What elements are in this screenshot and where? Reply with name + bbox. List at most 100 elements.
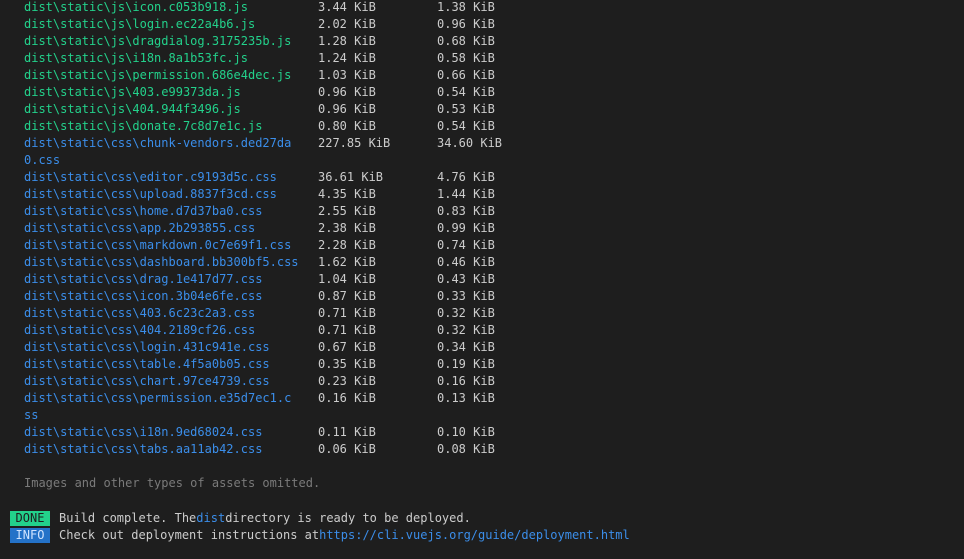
asset-row: dist\static\css\editor.c9193d5c.css 36.61… bbox=[24, 169, 924, 186]
asset-file-name: dist\static\js\login.ec22a4b6.js bbox=[24, 17, 256, 31]
asset-size: 1.62 KiB bbox=[318, 255, 376, 269]
asset-size: 0.96 KiB bbox=[318, 102, 376, 116]
asset-row: dist\static\css\i18n.9ed68024.css 0.11 Ki… bbox=[24, 424, 924, 441]
asset-row: dist\static\css\tabs.aa11ab42.css 0.06 Ki… bbox=[24, 441, 924, 458]
asset-size: 0.16 KiB bbox=[318, 391, 376, 405]
info-line: INFO Check out deployment instructions a… bbox=[10, 527, 630, 544]
asset-gzipped-size: 0.10 KiB bbox=[437, 425, 495, 439]
asset-file-name: dist\static\css\table.4f5a0b05.css bbox=[24, 357, 270, 371]
asset-gzipped-size: 1.38 KiB bbox=[437, 0, 495, 14]
asset-size: 0.80 KiB bbox=[318, 119, 376, 133]
asset-file-name: dist\static\css\404.2189cf26.css bbox=[24, 323, 256, 337]
asset-row: dist\static\js\dragdialog.3175235b.js 1.2… bbox=[24, 33, 924, 50]
asset-size: 0.67 KiB bbox=[318, 340, 376, 354]
asset-size: 4.35 KiB bbox=[318, 187, 376, 201]
asset-file-name: dist\static\js\404.944f3496.js bbox=[24, 102, 241, 116]
asset-file-name: dist\static\css\login.431c941e.css bbox=[24, 340, 270, 354]
asset-row: dist\static\css\table.4f5a0b05.css 0.35 K… bbox=[24, 356, 924, 373]
asset-row: dist\static\js\icon.c053b918.js 3.44 KiB 1… bbox=[24, 0, 924, 16]
asset-file-name: dist\static\js\dragdialog.3175235b.js bbox=[24, 34, 292, 48]
asset-gzipped-size: 0.53 KiB bbox=[437, 102, 495, 116]
deployment-link[interactable]: https://cli.vuejs.org/guide/deployment.h… bbox=[319, 527, 630, 544]
asset-size: 2.28 KiB bbox=[318, 238, 376, 252]
done-badge: DONE bbox=[10, 511, 50, 526]
asset-row: dist\static\js\permission.686e4dec.js 1.0… bbox=[24, 67, 924, 84]
asset-gzipped-size: 4.76 KiB bbox=[437, 170, 495, 184]
asset-gzipped-size: 0.54 KiB bbox=[437, 85, 495, 99]
done-text-highlight: dist bbox=[196, 511, 226, 525]
asset-gzipped-size: 0.83 KiB bbox=[437, 204, 495, 218]
asset-file-name: dist\static\css\dashboard.bb300bf5.css bbox=[24, 255, 299, 269]
asset-file-name: dist\static\css\upload.8837f3cd.css bbox=[24, 187, 277, 201]
asset-file-name: dist\static\css\chunk-vendors.ded27da0.c… bbox=[24, 136, 292, 167]
asset-size: 3.44 KiB bbox=[318, 0, 376, 14]
asset-row: dist\static\css\404.2189cf26.css 0.71 KiB… bbox=[24, 322, 924, 339]
asset-gzipped-size: 0.43 KiB bbox=[437, 272, 495, 286]
asset-file-name: dist\static\css\app.2b293855.css bbox=[24, 221, 256, 235]
asset-gzipped-size: 0.16 KiB bbox=[437, 374, 495, 388]
asset-size: 1.03 KiB bbox=[318, 68, 376, 82]
asset-size: 0.71 KiB bbox=[318, 323, 376, 337]
asset-row: dist\static\css\upload.8837f3cd.css 4.35 … bbox=[24, 186, 924, 203]
terminal-panel[interactable]: dist\static\js\icon.c053b918.js 3.44 KiB 1… bbox=[0, 0, 964, 559]
asset-row: dist\static\js\login.ec22a4b6.js 2.02 KiB… bbox=[24, 16, 924, 33]
asset-gzipped-size: 0.74 KiB bbox=[437, 238, 495, 252]
info-text: Check out deployment instructions at bbox=[59, 528, 320, 542]
asset-gzipped-size: 0.34 KiB bbox=[437, 340, 495, 354]
omitted-note: Images and other types of assets omitted… bbox=[24, 476, 321, 490]
done-text-before: Build complete. The bbox=[59, 511, 197, 525]
asset-size: 2.38 KiB bbox=[318, 221, 376, 235]
asset-file-name: dist\static\css\chart.97ce4739.css bbox=[24, 374, 270, 388]
asset-row: dist\static\css\app.2b293855.css 2.38 KiB… bbox=[24, 220, 924, 237]
asset-size: 0.06 KiB bbox=[318, 442, 376, 456]
asset-size: 1.04 KiB bbox=[318, 272, 376, 286]
asset-gzipped-size: 0.13 KiB bbox=[437, 391, 495, 405]
asset-list: dist\static\js\icon.c053b918.js 3.44 KiB 1… bbox=[24, 0, 924, 458]
asset-row: dist\static\css\chart.97ce4739.css 0.23 K… bbox=[24, 373, 924, 390]
asset-size: 0.11 KiB bbox=[318, 425, 376, 439]
asset-row: dist\static\js\403.e99373da.js 0.96 KiB 0.… bbox=[24, 84, 924, 101]
done-text-after: directory is ready to be deployed. bbox=[225, 511, 471, 525]
asset-gzipped-size: 0.32 KiB bbox=[437, 306, 495, 320]
asset-file-name: dist\static\css\permission.e35d7ec1.css bbox=[24, 391, 292, 422]
asset-row: dist\static\js\i18n.8a1b53fc.js 1.24 KiB 0… bbox=[24, 50, 924, 67]
asset-gzipped-size: 0.68 KiB bbox=[437, 34, 495, 48]
asset-gzipped-size: 0.46 KiB bbox=[437, 255, 495, 269]
asset-row: dist\static\css\login.431c941e.css 0.67 K… bbox=[24, 339, 924, 356]
asset-file-name: dist\static\css\editor.c9193d5c.css bbox=[24, 170, 277, 184]
asset-gzipped-size: 0.58 KiB bbox=[437, 51, 495, 65]
asset-gzipped-size: 0.19 KiB bbox=[437, 357, 495, 371]
asset-gzipped-size: 0.66 KiB bbox=[437, 68, 495, 82]
asset-size: 0.96 KiB bbox=[318, 85, 376, 99]
asset-size: 0.23 KiB bbox=[318, 374, 376, 388]
asset-file-name: dist\static\css\drag.1e417d77.css bbox=[24, 272, 263, 286]
asset-file-name: dist\static\css\tabs.aa11ab42.css bbox=[24, 442, 263, 456]
done-line: DONE Build complete. The dist directory … bbox=[10, 510, 471, 527]
asset-row: dist\static\css\dashboard.bb300bf5.css 1.… bbox=[24, 254, 924, 271]
asset-size: 227.85 KiB bbox=[318, 136, 391, 150]
asset-size: 1.24 KiB bbox=[318, 51, 376, 65]
asset-gzipped-size: 0.08 KiB bbox=[437, 442, 495, 456]
asset-gzipped-size: 0.32 KiB bbox=[437, 323, 495, 337]
asset-row: dist\static\css\403.6c23c2a3.css 0.71 KiB… bbox=[24, 305, 924, 322]
asset-size: 2.55 KiB bbox=[318, 204, 376, 218]
asset-row: dist\static\js\donate.7c8d7e1c.js 0.80 Ki… bbox=[24, 118, 924, 135]
asset-file-name: dist\static\js\donate.7c8d7e1c.js bbox=[24, 119, 263, 133]
asset-file-name: dist\static\css\markdown.0c7e69f1.css bbox=[24, 238, 292, 252]
asset-row: dist\static\css\permission.e35d7ec1.css 0… bbox=[24, 390, 924, 424]
asset-gzipped-size: 0.96 KiB bbox=[437, 17, 495, 31]
asset-row: dist\static\css\drag.1e417d77.css 1.04 Ki… bbox=[24, 271, 924, 288]
asset-gzipped-size: 0.99 KiB bbox=[437, 221, 495, 235]
asset-gzipped-size: 1.44 KiB bbox=[437, 187, 495, 201]
asset-size: 0.71 KiB bbox=[318, 306, 376, 320]
asset-gzipped-size: 0.54 KiB bbox=[437, 119, 495, 133]
asset-file-name: dist\static\css\icon.3b04e6fe.css bbox=[24, 289, 263, 303]
asset-file-name: dist\static\js\icon.c053b918.js bbox=[24, 0, 248, 14]
asset-gzipped-size: 34.60 KiB bbox=[437, 136, 503, 150]
asset-file-name: dist\static\css\home.d7d37ba0.css bbox=[24, 204, 263, 218]
asset-row: dist\static\css\home.d7d37ba0.css 2.55 Ki… bbox=[24, 203, 924, 220]
asset-file-name: dist\static\css\403.6c23c2a3.css bbox=[24, 306, 256, 320]
asset-file-name: dist\static\js\i18n.8a1b53fc.js bbox=[24, 51, 248, 65]
info-badge: INFO bbox=[10, 528, 50, 543]
asset-row: dist\static\css\chunk-vendors.ded27da0.c… bbox=[24, 135, 924, 169]
